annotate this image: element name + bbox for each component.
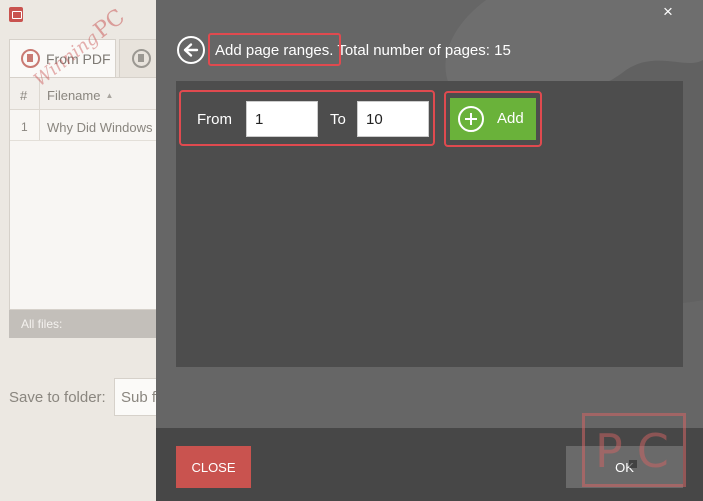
from-label: From [197,111,232,128]
column-number-header[interactable]: # [20,88,27,103]
to-page-input[interactable] [357,101,429,137]
row-number: 1 [21,120,28,134]
convert-icon [132,49,151,68]
dialog-footer: CLOSE OK [156,428,703,501]
tab-from-pdf-label: From PDF [46,51,111,67]
range-panel: From To Add [176,81,683,367]
file-table: # Filename 1 Why Did Windows [9,77,159,310]
watermark-pc-text: PC [89,4,130,44]
close-icon[interactable]: × [658,2,678,22]
tab-bar: From PDF [9,39,164,77]
to-label: To [330,111,346,128]
tab-from-pdf[interactable]: From PDF [9,39,116,77]
title-total-pages: Total number of pages: 15 [337,42,511,59]
plus-circle-icon [458,106,484,132]
table-footer: All files: [9,310,159,338]
ok-button[interactable]: OK [566,446,683,488]
page-ranges-dialog: × Add page ranges. Total number of pages… [156,0,703,501]
table-row[interactable]: 1 Why Did Windows [10,111,158,141]
close-button[interactable]: CLOSE [176,446,251,488]
title-highlight-box [208,33,341,66]
save-folder-value: Sub f [121,389,157,406]
from-page-input[interactable] [246,101,318,137]
range-input-group: From To [179,90,435,146]
pdf-export-icon [21,49,40,68]
add-range-button[interactable]: Add [450,98,536,140]
add-button-label: Add [497,110,524,127]
save-to-folder-label: Save to folder: [9,389,106,406]
column-filename-header[interactable]: Filename [47,88,113,103]
app-logo-icon [9,7,23,22]
back-arrow-icon[interactable] [177,36,205,64]
row-filename: Why Did Windows [47,120,153,135]
add-button-highlight: Add [444,91,542,147]
all-files-label: All files: [21,317,63,331]
table-header: # Filename [10,78,158,110]
